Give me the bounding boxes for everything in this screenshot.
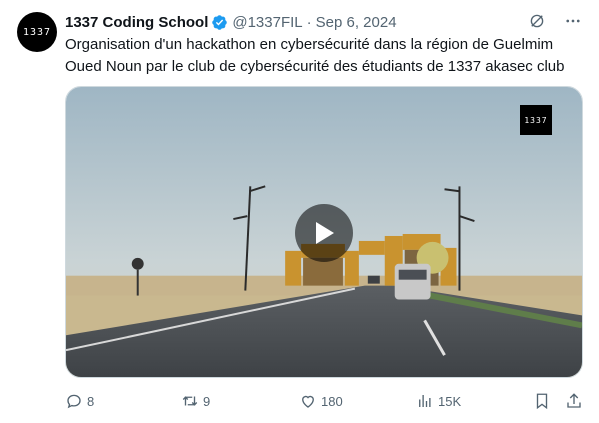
grok-icon[interactable] (528, 12, 546, 30)
reply-icon (67, 394, 81, 409)
play-button[interactable] (295, 204, 353, 262)
reply-count: 8 (87, 393, 95, 409)
post-date[interactable]: Sep 6, 2024 (316, 14, 397, 31)
verified-badge-icon (212, 14, 228, 30)
like-icon (302, 395, 314, 408)
video-watermark: 1337 (520, 105, 552, 135)
avatar[interactable]: 1337 (17, 12, 57, 52)
share-button[interactable] (565, 390, 583, 412)
author-name[interactable]: 1337 Coding School (65, 14, 208, 31)
bookmark-button[interactable] (533, 390, 551, 412)
top-actions (528, 12, 582, 30)
like-count: 180 (321, 393, 343, 409)
repost-count: 9 (203, 393, 211, 409)
like-button[interactable]: 180 (299, 390, 343, 412)
post-header: 1337 Coding School @1337FIL · Sep 6, 202… (65, 12, 397, 32)
views-icon (419, 395, 431, 407)
views-count: 15K (438, 393, 462, 409)
repost-button[interactable]: 9 (181, 390, 210, 412)
play-icon (316, 222, 334, 244)
action-bar: 8 9 180 15K (65, 390, 583, 412)
share-icon (567, 393, 581, 408)
repost-icon (182, 396, 198, 406)
more-icon[interactable] (564, 12, 582, 30)
reply-button[interactable]: 8 (65, 390, 94, 412)
post-text: Organisation d'un hackathon en cybersécu… (65, 36, 565, 75)
bookmark-icon (536, 393, 548, 410)
views-button[interactable]: 15K (416, 390, 461, 412)
video-player[interactable]: 1337 (65, 86, 583, 378)
author-handle[interactable]: @1337FIL (232, 14, 302, 31)
header-separator: · (306, 13, 312, 31)
